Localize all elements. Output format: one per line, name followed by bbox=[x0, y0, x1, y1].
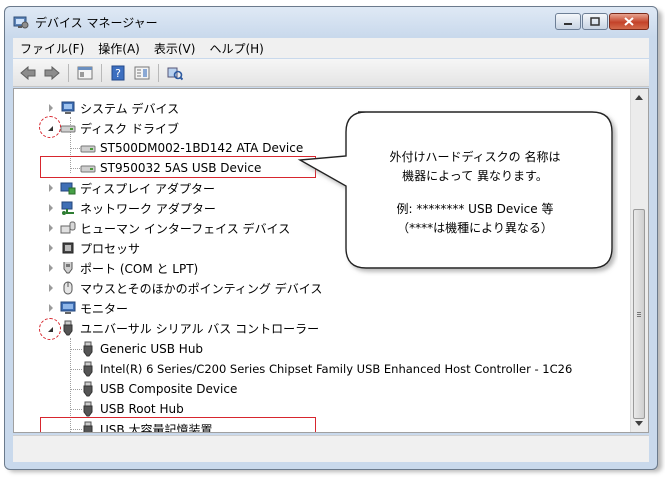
tree-item-usb-host[interactable]: Intel(R) 6 Series/C200 Series Chipset Fa… bbox=[80, 359, 572, 379]
tree-item-network-adapters[interactable]: ネットワーク アダプター bbox=[60, 198, 216, 218]
title-bar[interactable]: デバイス マネージャー bbox=[5, 7, 657, 37]
monitor-icon bbox=[60, 301, 76, 314]
properties-icon bbox=[77, 66, 93, 79]
tree-label: USB Root Hub bbox=[100, 402, 184, 416]
window-title: デバイス マネージャー bbox=[35, 16, 158, 30]
menu-action[interactable]: 操作(A) bbox=[91, 40, 147, 57]
tree-label: システム デバイス bbox=[80, 101, 180, 116]
highlight-circle-disk-drives bbox=[39, 116, 61, 138]
expand-ports[interactable] bbox=[47, 264, 55, 272]
tree-label: Intel(R) 6 Series/C200 Series Chipset Fa… bbox=[100, 362, 573, 376]
tree-label: マウスとそのほかのポインティング デバイス bbox=[80, 281, 323, 296]
forward-icon bbox=[44, 65, 60, 80]
hid-icon bbox=[60, 221, 76, 234]
scroll-down-arrow-icon[interactable] bbox=[635, 421, 643, 426]
usb-icon bbox=[83, 401, 93, 417]
menu-view[interactable]: 表示(V) bbox=[147, 40, 203, 57]
usb-icon bbox=[83, 361, 93, 377]
menu-file[interactable]: ファイル(F) bbox=[13, 40, 91, 57]
expand-system-devices[interactable] bbox=[47, 104, 55, 112]
tree-label: ディスク ドライブ bbox=[80, 121, 179, 136]
callout-line-2: 機器によって 異なります。 bbox=[402, 169, 548, 183]
details-icon bbox=[134, 66, 150, 79]
mouse-icon bbox=[63, 281, 73, 295]
help-icon: ? bbox=[111, 65, 125, 80]
expand-display-adapters[interactable] bbox=[47, 184, 55, 192]
scroll-thumb[interactable] bbox=[633, 209, 645, 419]
close-button[interactable] bbox=[609, 13, 649, 30]
tree-item-system-devices[interactable]: システム デバイス bbox=[60, 98, 179, 118]
tree-item-usb-controllers[interactable]: ユニバーサル シリアル バス コントローラー bbox=[60, 318, 319, 338]
tree-item-mice[interactable]: マウスとそのほかのポインティング デバイス bbox=[60, 278, 322, 298]
tree-label: Generic USB Hub bbox=[100, 342, 204, 356]
back-icon bbox=[20, 65, 36, 80]
tree-item-hid[interactable]: ヒューマン インターフェイス デバイス bbox=[60, 218, 290, 238]
tree-item-processors[interactable]: プロセッサ bbox=[60, 238, 140, 258]
scroll-up-arrow-icon[interactable] bbox=[635, 95, 643, 100]
close-icon bbox=[624, 17, 634, 26]
callout-line-3: 例: ******** USB Device 等 bbox=[396, 202, 554, 216]
properties-button[interactable] bbox=[74, 62, 96, 84]
tree-item-ports[interactable]: ポート (COM と LPT) bbox=[60, 258, 198, 278]
expand-network-adapters[interactable] bbox=[47, 204, 55, 212]
tree-item-usb-composite[interactable]: USB Composite Device bbox=[80, 379, 237, 399]
tree-item-disk-drives[interactable]: ディスク ドライブ bbox=[60, 118, 179, 138]
scan-hardware-button[interactable] bbox=[164, 62, 186, 84]
highlight-usb-disk bbox=[40, 156, 316, 178]
tree-label: USB Composite Device bbox=[100, 382, 238, 396]
back-button[interactable] bbox=[17, 62, 39, 84]
tree-item-disk1[interactable]: ST500DM002-1BD142 ATA Device bbox=[80, 138, 303, 158]
forward-button[interactable] bbox=[41, 62, 63, 84]
usb-icon bbox=[83, 341, 93, 357]
expand-monitors[interactable] bbox=[47, 304, 55, 312]
maximize-icon bbox=[590, 17, 600, 26]
toolbar: ? bbox=[13, 59, 649, 87]
tree-item-display-adapters[interactable]: ディスプレイ アダプター bbox=[60, 178, 215, 198]
disk-drive-icon bbox=[80, 145, 96, 153]
svg-text:?: ? bbox=[115, 67, 121, 80]
menu-bar: ファイル(F) 操作(A) 表示(V) ヘルプ(H) bbox=[13, 38, 649, 58]
help-button[interactable]: ? bbox=[107, 62, 129, 84]
tree-item-usb-root-hub[interactable]: USB Root Hub bbox=[80, 399, 184, 419]
tree-label: ST500DM002-1BD142 ATA Device bbox=[100, 141, 304, 155]
expand-processors[interactable] bbox=[47, 244, 55, 252]
details-button[interactable] bbox=[131, 62, 153, 84]
expand-hid[interactable] bbox=[47, 224, 55, 232]
usb-icon bbox=[83, 381, 93, 397]
usb-icon bbox=[63, 320, 73, 336]
port-icon bbox=[63, 262, 73, 274]
system-device-icon bbox=[61, 101, 75, 114]
tree-label: ディスプレイ アダプター bbox=[80, 181, 215, 196]
disk-drive-icon bbox=[60, 125, 76, 133]
callout-text: 外付けハードディスクの 名称は 機器によって 異なります。 例: *******… bbox=[350, 148, 600, 238]
network-adapter-icon bbox=[61, 201, 74, 215]
minimize-button[interactable] bbox=[555, 13, 581, 30]
tree-label: モニター bbox=[80, 301, 129, 316]
tree-label: ネットワーク アダプター bbox=[80, 201, 216, 216]
expand-mice[interactable] bbox=[47, 284, 55, 292]
scan-hardware-icon bbox=[167, 67, 183, 80]
status-bar bbox=[13, 435, 649, 462]
tree-item-monitors[interactable]: モニター bbox=[60, 298, 128, 318]
minimize-icon bbox=[564, 22, 572, 25]
callout-line-4: （****は機種により異なる） bbox=[397, 221, 553, 235]
maximize-button[interactable] bbox=[582, 13, 608, 30]
highlight-circle-usb-controllers bbox=[39, 318, 61, 340]
vertical-scrollbar[interactable] bbox=[630, 89, 648, 432]
display-adapter-icon bbox=[60, 182, 76, 195]
callout-line-1: 外付けハードディスクの 名称は bbox=[389, 150, 561, 164]
tree-item-usb-hub[interactable]: Generic USB Hub bbox=[80, 339, 203, 359]
tree-label: ヒューマン インターフェイス デバイス bbox=[80, 221, 291, 236]
menu-help[interactable]: ヘルプ(H) bbox=[202, 40, 270, 57]
tree-label: ポート (COM と LPT) bbox=[80, 261, 199, 276]
device-manager-icon bbox=[13, 16, 29, 29]
tree-label: ユニバーサル シリアル バス コントローラー bbox=[80, 321, 320, 336]
processor-icon bbox=[62, 242, 74, 254]
tree-label: プロセッサ bbox=[80, 241, 141, 256]
highlight-usb-storage bbox=[40, 417, 316, 432]
